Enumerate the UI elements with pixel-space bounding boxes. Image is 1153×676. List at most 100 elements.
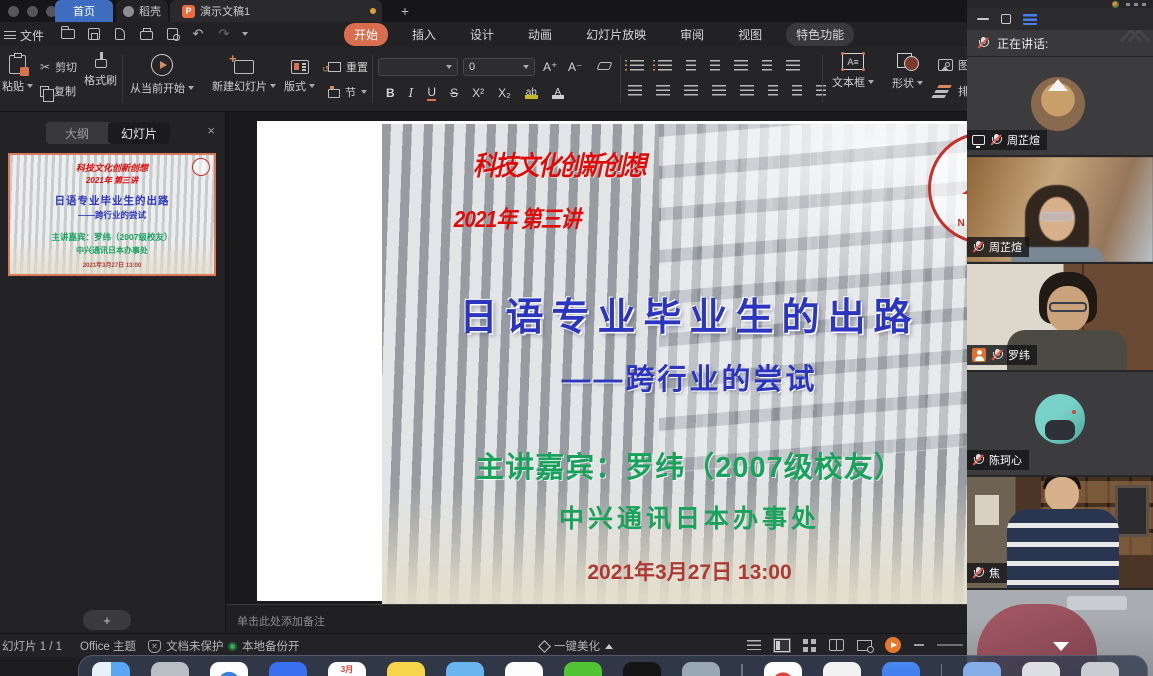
- layout-button[interactable]: 版式: [284, 54, 315, 94]
- slide-editor[interactable]: 科技文化创新创想 2021年 第三讲 1952 NUAA 日语专业毕业生的出路 …: [227, 112, 967, 604]
- play-from-current-button[interactable]: 从当前开始: [130, 54, 194, 96]
- format-painter-button[interactable]: 格式刷: [84, 51, 117, 88]
- shapes-button[interactable]: 形状: [892, 53, 923, 91]
- align-justify-icon[interactable]: [712, 85, 726, 96]
- dock-icon-notes[interactable]: [387, 662, 425, 676]
- meeting-maximize-icon[interactable]: [1001, 14, 1011, 24]
- tab-start[interactable]: 开始: [344, 23, 388, 46]
- section-button[interactable]: 节: [328, 84, 367, 100]
- dock-icon-qq[interactable]: [623, 662, 661, 676]
- tab-slideshow[interactable]: 幻灯片放映: [576, 23, 656, 46]
- redo-icon[interactable]: [216, 26, 232, 42]
- char-border-icon[interactable]: [786, 60, 800, 71]
- tab-outline[interactable]: 大纲: [46, 122, 108, 144]
- zoom-out-icon[interactable]: [914, 644, 924, 646]
- undo-icon[interactable]: [190, 26, 206, 42]
- tab-animation[interactable]: 动画: [518, 23, 562, 46]
- output-icon[interactable]: [112, 26, 128, 42]
- toolbar-dropdown-icon[interactable]: [242, 32, 248, 36]
- dock-icon-calendar[interactable]: 3月: [328, 662, 366, 676]
- dock-icon-music[interactable]: [764, 662, 802, 676]
- dock-icon-app-store[interactable]: [210, 662, 248, 676]
- cut-button[interactable]: 剪切: [40, 59, 77, 75]
- new-tab-button[interactable]: +: [396, 2, 414, 20]
- tab-special-features[interactable]: 特色功能: [786, 23, 854, 46]
- participant-tile[interactable]: 陈珂心: [967, 372, 1153, 475]
- line-spacing-down-icon[interactable]: [792, 85, 802, 96]
- align-center-icon[interactable]: [656, 85, 670, 96]
- dock-icon-wechat[interactable]: [564, 662, 602, 676]
- line-spacing-icon[interactable]: [816, 85, 826, 96]
- clear-format-icon[interactable]: [597, 62, 613, 70]
- mini-control-icon[interactable]: [1134, 3, 1138, 6]
- align-left-icon[interactable]: [628, 85, 642, 96]
- textbox-button[interactable]: A≡ 文本框: [832, 53, 874, 90]
- present-settings-icon[interactable]: [857, 640, 872, 651]
- tab-review[interactable]: 审阅: [670, 23, 714, 46]
- dock-icon-screenshot[interactable]: [1022, 662, 1060, 676]
- tab-slides[interactable]: 幻灯片: [108, 122, 170, 144]
- hamburger-menu-icon[interactable]: [4, 31, 16, 39]
- distribute-icon[interactable]: [740, 85, 754, 96]
- read-view-icon[interactable]: [829, 639, 844, 651]
- macos-traffic-lights[interactable]: [8, 6, 57, 17]
- file-menu[interactable]: 文件: [20, 27, 44, 44]
- add-slide-button[interactable]: +: [83, 610, 131, 630]
- dock-icon-mail[interactable]: [269, 662, 307, 676]
- tab-insert[interactable]: 插入: [402, 23, 446, 46]
- participant-tile[interactable]: 焦: [967, 477, 1153, 588]
- paste-button[interactable]: 粘贴: [2, 55, 33, 94]
- decrease-indent-icon[interactable]: [686, 60, 696, 71]
- tab-home[interactable]: 首页: [55, 0, 113, 22]
- notes-toggle-icon[interactable]: [747, 640, 761, 650]
- italic-icon[interactable]: I: [409, 86, 414, 100]
- sorter-view-icon[interactable]: [803, 639, 816, 652]
- zoom-slider[interactable]: [937, 644, 963, 646]
- font-size-select[interactable]: 0: [463, 58, 535, 76]
- dock-icon-launchpad[interactable]: [151, 662, 189, 676]
- underline-icon[interactable]: U: [427, 85, 436, 101]
- scroll-down-icon[interactable]: [1053, 642, 1069, 651]
- increase-font-icon[interactable]: A⁺: [543, 60, 557, 74]
- slide-topline2[interactable]: 2021年 第三讲: [414, 200, 621, 234]
- new-slide-button[interactable]: 新建幻灯片: [212, 54, 276, 94]
- print-icon[interactable]: [138, 26, 154, 42]
- text-direction-icon[interactable]: [734, 60, 748, 71]
- superscript-icon[interactable]: X²: [472, 86, 484, 100]
- tab-docer[interactable]: 稻壳: [116, 0, 168, 22]
- dock-icon-messages[interactable]: [446, 662, 484, 676]
- subscript-icon[interactable]: X₂: [498, 86, 511, 100]
- normal-view-icon[interactable]: [774, 639, 790, 652]
- mini-control-icon[interactable]: [1126, 3, 1130, 6]
- tab-document[interactable]: P演示文稿1: [170, 0, 382, 22]
- backup-status[interactable]: 本地备份开: [228, 638, 300, 654]
- participant-tile[interactable]: 周芷煊: [967, 57, 1153, 155]
- reset-button[interactable]: 重置: [328, 59, 368, 75]
- copy-button[interactable]: 复制: [40, 83, 76, 99]
- meeting-minimize-icon[interactable]: [977, 18, 989, 20]
- notes-area[interactable]: 单击此处添加备注: [227, 604, 967, 633]
- slide-subtitle[interactable]: ——跨行业的尝试: [382, 356, 967, 398]
- slide-title[interactable]: 日语专业毕业生的出路: [382, 286, 967, 341]
- dock-icon-downloads-folder[interactable]: [963, 662, 1001, 676]
- strikethrough-icon[interactable]: S: [450, 86, 458, 100]
- slide-thumbnail-1[interactable]: 科技文化创新创想 2021年 第三讲 日语专业毕业生的出路 ——跨行业的尝试 主…: [8, 153, 216, 276]
- slideshow-play-icon[interactable]: [885, 637, 901, 653]
- dock-icon-trash[interactable]: [1081, 662, 1119, 676]
- close-panel-icon[interactable]: ×: [207, 123, 215, 138]
- slide-datetime[interactable]: 2021年3月27日 13:00: [382, 556, 967, 586]
- tab-view[interactable]: 视图: [728, 23, 772, 46]
- dock-icon-finder[interactable]: [92, 662, 130, 676]
- slide-speaker[interactable]: 主讲嘉宾：罗纬（2007级校友）: [382, 444, 967, 486]
- slide-org[interactable]: 中兴通讯日本办事处: [382, 499, 967, 535]
- minimize-window-icon[interactable]: [27, 6, 38, 17]
- dock-icon-app-white[interactable]: [823, 662, 861, 676]
- bold-icon[interactable]: B: [386, 86, 395, 100]
- mini-control-icon[interactable]: [1142, 3, 1146, 6]
- participant-tile[interactable]: 周芷煊: [967, 157, 1153, 262]
- dock-icon-app-blue[interactable]: [882, 662, 920, 676]
- theme-name[interactable]: Office 主题: [80, 638, 136, 654]
- bullet-list-icon[interactable]: [630, 60, 644, 71]
- print-preview-icon[interactable]: [164, 26, 180, 42]
- highlight-button[interactable]: ab: [525, 87, 538, 99]
